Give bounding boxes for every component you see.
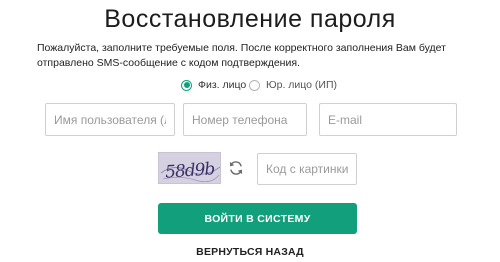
radio-legal-entity[interactable]: Юр. лицо (ИП) (249, 78, 337, 92)
instructions-text: Пожалуйста, заполните требуемые поля. По… (37, 42, 446, 69)
radio-checked-icon (181, 79, 192, 91)
account-type-radio-group: Физ. лицо Юр. лицо (ИП) (0, 78, 500, 92)
radio-unchecked-icon (249, 79, 260, 91)
email-input[interactable] (319, 103, 457, 136)
submit-button[interactable]: Войти в систему (158, 203, 357, 234)
phone-input[interactable] (183, 103, 307, 136)
back-link[interactable]: Вернуться назад (0, 246, 500, 258)
radio-individual[interactable]: Физ. лицо (181, 78, 246, 92)
captcha-text: 58d9b (165, 159, 216, 182)
refresh-icon[interactable] (227, 159, 245, 177)
page-title: Восстановление пароля (104, 5, 396, 33)
captcha-code-input[interactable] (257, 153, 357, 185)
captcha-image: 58d9b (158, 152, 221, 184)
password-recovery-page: Восстановление пароля Пожалуйста, заполн… (0, 0, 500, 262)
username-input[interactable] (45, 103, 175, 136)
radio-legal-entity-label: Юр. лицо (ИП) (266, 79, 338, 91)
radio-individual-label: Физ. лицо (198, 79, 247, 91)
